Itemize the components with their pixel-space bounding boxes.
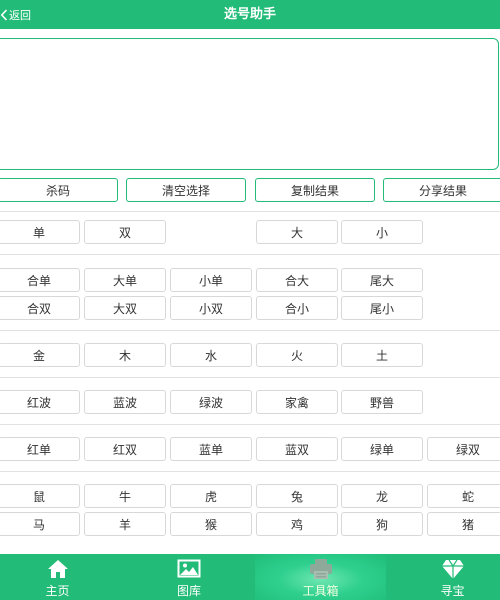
option-red-wave[interactable]: 红波 [0, 390, 80, 414]
option-combo-big[interactable]: 合大 [256, 268, 338, 292]
option-metal[interactable]: 金 [0, 343, 80, 367]
option-even[interactable]: 双 [84, 220, 166, 244]
option-rabbit[interactable]: 兔 [256, 484, 338, 508]
app-root: 返回 选号助手 杀码 清空选择 复制结果 分享结果 单 双 大 小 合单 大单 … [0, 0, 500, 600]
option-earth[interactable]: 土 [341, 343, 423, 367]
option-small-odd[interactable]: 小单 [170, 268, 252, 292]
option-combo-odd[interactable]: 合单 [0, 268, 80, 292]
option-red-odd[interactable]: 红单 [0, 437, 80, 461]
option-blue-wave[interactable]: 蓝波 [84, 390, 166, 414]
option-rat[interactable]: 鼠 [0, 484, 80, 508]
option-tail-small[interactable]: 尾小 [341, 296, 423, 320]
bottom-tab-bar: 主页 图库 工具箱 寻宝 [0, 554, 500, 600]
kill-numbers-button[interactable]: 杀码 [0, 178, 118, 202]
option-small[interactable]: 小 [341, 220, 423, 244]
tab-home[interactable]: 主页 [0, 554, 115, 600]
top-bar: 返回 选号助手 [0, 0, 500, 29]
image-icon [177, 559, 201, 578]
tab-home-label: 主页 [45, 584, 70, 598]
option-fire[interactable]: 火 [256, 343, 338, 367]
tab-gallery-label: 图库 [176, 584, 201, 598]
option-big-even[interactable]: 大双 [84, 296, 166, 320]
divider [0, 211, 500, 212]
option-tiger[interactable]: 虎 [170, 484, 252, 508]
home-icon [47, 560, 68, 578]
option-dog[interactable]: 狗 [341, 512, 423, 536]
action-bar: 杀码 清空选择 复制结果 分享结果 [0, 178, 500, 202]
tab-toolbox[interactable]: 工具箱 [255, 554, 386, 600]
option-blue-odd[interactable]: 蓝单 [170, 437, 252, 461]
option-blue-even[interactable]: 蓝双 [256, 437, 338, 461]
tab-treasure[interactable]: 寻宝 [395, 554, 500, 600]
option-combo-even[interactable]: 合双 [0, 296, 80, 320]
option-combo-small[interactable]: 合小 [256, 296, 338, 320]
option-ox[interactable]: 牛 [84, 484, 166, 508]
divider [0, 330, 500, 331]
tab-gallery[interactable]: 图库 [130, 554, 248, 600]
clear-selection-button[interactable]: 清空选择 [126, 178, 246, 202]
option-snake[interactable]: 蛇 [427, 484, 500, 508]
option-dragon[interactable]: 龙 [341, 484, 423, 508]
option-small-even[interactable]: 小双 [170, 296, 252, 320]
tab-treasure-label: 寻宝 [440, 584, 465, 598]
option-wood[interactable]: 木 [84, 343, 166, 367]
divider [0, 377, 500, 378]
diamond-icon [441, 559, 464, 579]
option-big[interactable]: 大 [256, 220, 338, 244]
option-red-even[interactable]: 红双 [84, 437, 166, 461]
option-rooster[interactable]: 鸡 [256, 512, 338, 536]
toolbox-icon [309, 559, 332, 579]
option-green-even[interactable]: 绿双 [427, 437, 500, 461]
option-beasts[interactable]: 野兽 [341, 390, 423, 414]
option-green-odd[interactable]: 绿单 [341, 437, 423, 461]
option-tail-big[interactable]: 尾大 [341, 268, 423, 292]
option-horse[interactable]: 马 [0, 512, 80, 536]
tab-toolbox-label: 工具箱 [302, 584, 339, 598]
option-odd[interactable]: 单 [0, 220, 80, 244]
option-monkey[interactable]: 猴 [170, 512, 252, 536]
page-title: 选号助手 [223, 7, 276, 22]
copy-result-button[interactable]: 复制结果 [255, 178, 375, 202]
share-result-button[interactable]: 分享结果 [383, 178, 500, 202]
option-green-wave[interactable]: 绿波 [170, 390, 252, 414]
result-textarea[interactable] [0, 38, 499, 170]
divider [0, 471, 500, 472]
option-water[interactable]: 水 [170, 343, 252, 367]
divider [0, 254, 500, 255]
divider [0, 424, 500, 425]
option-goat[interactable]: 羊 [84, 512, 166, 536]
option-pig[interactable]: 猪 [427, 512, 500, 536]
option-poultry[interactable]: 家禽 [256, 390, 338, 414]
option-big-odd[interactable]: 大单 [84, 268, 166, 292]
